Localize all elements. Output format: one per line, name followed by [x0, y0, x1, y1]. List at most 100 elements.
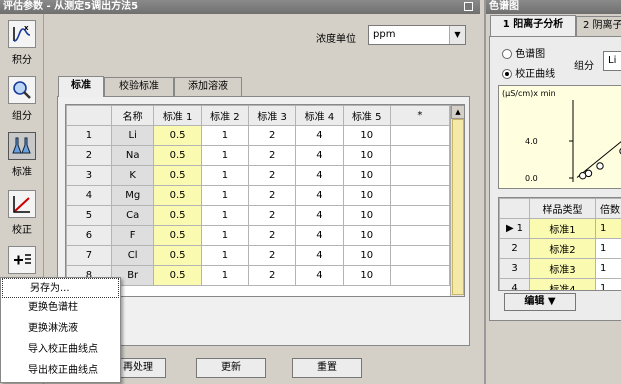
name-cell[interactable]: F — [110, 225, 155, 246]
table-row[interactable]: 7 Cl 0.5 1 2 4 10 — [66, 245, 451, 266]
chevron-down-icon[interactable]: ▼ — [449, 26, 465, 44]
value-cell[interactable] — [389, 145, 451, 166]
radio-button[interactable] — [502, 49, 512, 59]
table-row[interactable]: 1 Li 0.5 1 2 4 10 — [66, 125, 451, 146]
value-cell[interactable]: 0.5 — [153, 205, 202, 226]
calibration-point[interactable] — [584, 169, 593, 178]
value-cell[interactable]: 4 — [295, 245, 344, 266]
value-cell[interactable]: 4 — [295, 125, 344, 146]
table-row[interactable]: 4 标准4 1 — [499, 278, 621, 290]
value-cell[interactable]: 10 — [342, 165, 391, 186]
value-cell[interactable]: 0.5 — [153, 185, 202, 206]
radio-button[interactable] — [502, 69, 512, 79]
standard-grid-scrollbar[interactable]: ▲ — [450, 105, 464, 296]
tab-anion-analysis[interactable]: 2 阴离子 — [576, 16, 621, 36]
value-cell[interactable]: 2 — [248, 225, 297, 246]
value-cell[interactable]: 10 — [342, 205, 391, 226]
value-cell[interactable]: 4 — [295, 205, 344, 226]
name-cell[interactable]: Li — [110, 125, 155, 146]
menu-item-export-calibration[interactable]: 导出校正曲线点 — [1, 361, 120, 381]
dilution-cell[interactable]: 1 — [595, 218, 621, 239]
name-cell[interactable]: Ca — [110, 205, 155, 226]
value-cell[interactable]: 2 — [248, 125, 297, 146]
value-cell[interactable]: 1 — [200, 165, 250, 186]
column-header[interactable]: 标准 3 — [248, 105, 297, 126]
table-row[interactable]: 8 Br 0.5 1 2 4 10 — [66, 265, 451, 286]
value-cell[interactable]: 1 — [200, 145, 250, 166]
menu-item-change-column[interactable]: 更换色谱柱 — [1, 298, 120, 318]
sample-type-cell[interactable]: 标准1 — [529, 218, 596, 239]
edit-button[interactable]: 编辑 ▼ — [504, 293, 576, 311]
column-header[interactable]: 标准 2 — [200, 105, 250, 126]
value-cell[interactable]: 1 — [200, 225, 250, 246]
tab-cation-analysis[interactable]: 1 阳离子分析 — [490, 15, 576, 36]
sample-type-cell[interactable]: 标准4 — [529, 278, 596, 290]
value-cell[interactable]: 0.5 — [153, 145, 202, 166]
column-header[interactable] — [66, 105, 112, 126]
value-cell[interactable]: 0.5 — [153, 125, 202, 146]
reset-button[interactable]: 重置 — [292, 358, 362, 378]
dilution-cell[interactable]: 1 — [595, 258, 621, 279]
table-row[interactable]: 6 F 0.5 1 2 4 10 — [66, 225, 451, 246]
table-row[interactable]: 5 Ca 0.5 1 2 4 10 — [66, 205, 451, 226]
menu-item-save-as[interactable]: 另存为... — [2, 278, 119, 298]
window-titlebar[interactable]: 评估参数 - 从测定5调出方法5 — [0, 0, 480, 14]
value-cell[interactable]: 2 — [248, 265, 297, 286]
toolbar-item-component[interactable]: 组分 — [4, 76, 40, 122]
value-cell[interactable]: 10 — [342, 225, 391, 246]
update-button[interactable]: 更新 — [196, 358, 266, 378]
value-cell[interactable]: 0.5 — [153, 245, 202, 266]
column-header[interactable]: 标准 5 — [342, 105, 391, 126]
value-cell[interactable]: 2 — [248, 185, 297, 206]
toolbar-item-calibration[interactable]: 校正 — [4, 190, 40, 236]
name-cell[interactable]: K — [110, 165, 155, 186]
scroll-thumb[interactable] — [452, 119, 464, 295]
menu-item-change-eluent[interactable]: 更换淋洗液 — [1, 319, 120, 339]
value-cell[interactable]: 0.5 — [153, 165, 202, 186]
sample-type-cell[interactable]: 标准2 — [529, 238, 596, 259]
table-row[interactable]: 4 Mg 0.5 1 2 4 10 — [66, 185, 451, 206]
table-row[interactable]: 2 标准2 1 — [499, 238, 621, 259]
value-cell[interactable] — [389, 125, 451, 146]
column-header[interactable]: 样品类型 — [529, 198, 596, 219]
toolbar-item-integration[interactable]: x 积分 — [4, 20, 40, 66]
column-header[interactable]: 标准 4 — [295, 105, 344, 126]
value-cell[interactable]: 4 — [295, 165, 344, 186]
value-cell[interactable]: 10 — [342, 125, 391, 146]
value-cell[interactable]: 10 — [342, 145, 391, 166]
value-cell[interactable]: 4 — [295, 145, 344, 166]
table-row[interactable]: 3 K 0.5 1 2 4 10 — [66, 165, 451, 186]
value-cell[interactable]: 1 — [200, 185, 250, 206]
window-restore-icon[interactable] — [464, 2, 473, 11]
tab-add-solution[interactable]: 添加溶液 — [174, 77, 242, 97]
column-header[interactable] — [499, 198, 530, 219]
scroll-up-icon[interactable]: ▲ — [451, 105, 464, 119]
dilution-cell[interactable]: 1 — [595, 238, 621, 259]
dilution-cell[interactable]: 1 — [595, 278, 621, 290]
calibration-point[interactable] — [596, 162, 604, 170]
value-cell[interactable]: 1 — [200, 265, 250, 286]
name-cell[interactable]: Cl — [110, 245, 155, 266]
value-cell[interactable]: 4 — [295, 265, 344, 286]
tab-standard[interactable]: 标准 — [58, 76, 104, 97]
toolbar-item-add[interactable] — [4, 246, 40, 274]
chromatogram-titlebar[interactable]: 色谱图 — [486, 0, 621, 14]
value-cell[interactable]: 1 — [200, 205, 250, 226]
value-cell[interactable]: 10 — [342, 265, 391, 286]
name-cell[interactable]: Na — [110, 145, 155, 166]
radio-calibration-curve[interactable]: 校正曲线 — [502, 65, 555, 80]
tab-check-standard[interactable]: 校验标准 — [104, 77, 174, 97]
value-cell[interactable] — [389, 185, 451, 206]
value-cell[interactable]: 2 — [248, 145, 297, 166]
column-header[interactable]: 倍数 — [595, 198, 621, 219]
column-header[interactable]: * — [389, 105, 451, 126]
value-cell[interactable]: 1 — [200, 125, 250, 146]
table-row[interactable]: ▶ 1 标准1 1 — [499, 218, 621, 239]
value-cell[interactable] — [389, 245, 451, 266]
value-cell[interactable] — [389, 165, 451, 186]
value-cell[interactable]: 10 — [342, 185, 391, 206]
component-select[interactable]: Li — [603, 51, 621, 71]
unit-select[interactable]: ppm ▼ — [368, 25, 466, 45]
column-header[interactable]: 名称 — [110, 105, 155, 126]
menu-item-import-calibration[interactable]: 导入校正曲线点 — [1, 340, 120, 360]
